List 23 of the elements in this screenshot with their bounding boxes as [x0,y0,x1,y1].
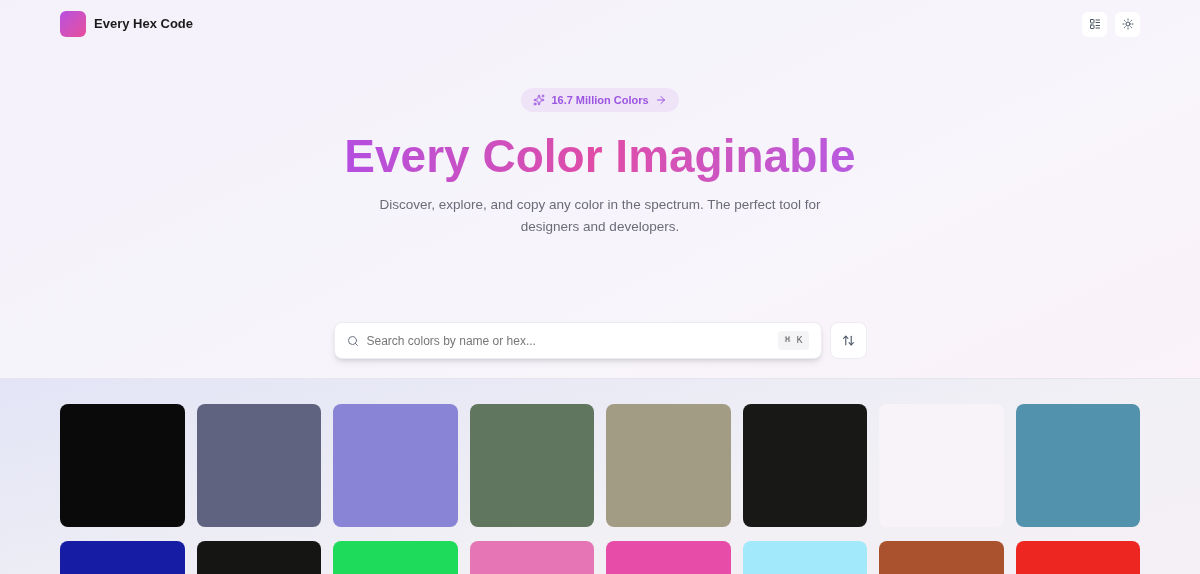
sparkles-icon [533,94,546,106]
search-field[interactable]: Search colors by name or hex... ⌘ K [333,322,822,359]
search-input[interactable]: Search colors by name or hex... [366,331,771,350]
theme-toggle-button[interactable] [1115,11,1140,37]
brand-name[interactable]: Every Hex Code [94,14,193,34]
arrow-right-icon [654,94,667,106]
sort-arrows-icon [841,334,855,347]
sun-icon [1121,18,1134,30]
color-swatch[interactable] [196,404,321,527]
color-swatch[interactable] [606,404,731,527]
sort-button[interactable] [829,322,867,359]
logo-icon [60,11,86,37]
hero-subtitle: Discover, explore, and copy any color in the spectrum. The perfect tool for designers and developers. [378,196,822,236]
list-view-button[interactable] [1082,11,1107,37]
color-swatch[interactable] [469,404,594,527]
list-icon [1088,18,1101,30]
search-icon [346,334,359,347]
color-swatch[interactable] [60,404,185,527]
color-swatch[interactable] [742,404,867,527]
color-swatch[interactable] [333,404,458,527]
badge-link[interactable]: 16.7 Million Colors [521,88,679,112]
shortcut-hint: ⌘ K [778,331,809,350]
color-swatch[interactable] [1015,404,1140,527]
